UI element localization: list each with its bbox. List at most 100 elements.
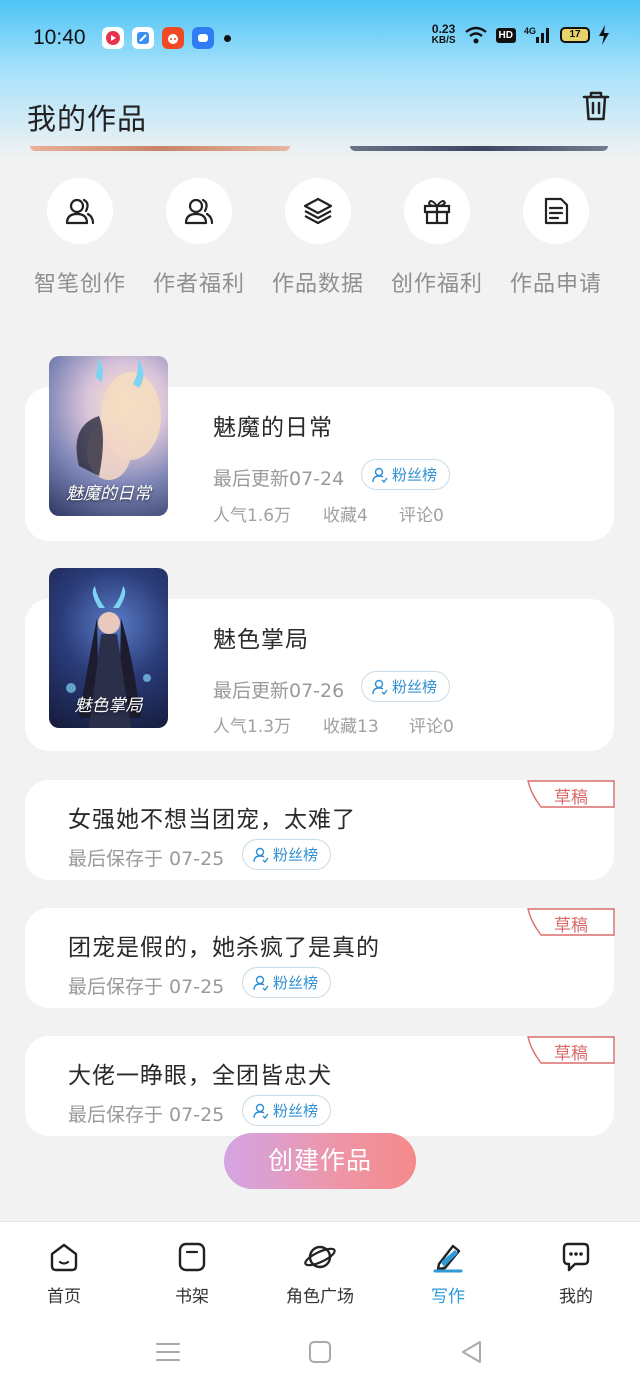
work-popularity: 人气1.6万 <box>213 506 292 526</box>
user-icon <box>253 1103 269 1119</box>
draft-title[interactable]: 团宠是假的，她杀疯了是真的 <box>68 928 380 962</box>
work-stats: 人气1.6万 收藏4 评论0 <box>213 501 444 526</box>
tab-profile[interactable]: 我的 <box>526 1240 626 1307</box>
cover-title: 魅魔的日常 <box>66 484 151 504</box>
fans-ranking-label: 粉丝榜 <box>273 1102 319 1120</box>
network-speed: 0.23 KB/S <box>431 22 456 46</box>
draft-title[interactable]: 女强她不想当团宠，太难了 <box>68 800 356 834</box>
quick-action-circle <box>285 178 351 244</box>
quick-action-label: 创作福利 <box>390 272 483 297</box>
quick-action-author-benefits[interactable]: 作者福利 <box>139 178 259 298</box>
quick-action-circle <box>404 178 470 244</box>
quick-action-circle <box>47 178 113 244</box>
cover-title: 魅色掌局 <box>74 696 143 716</box>
bookshelf-icon <box>178 1242 206 1272</box>
chat-icon <box>562 1242 590 1272</box>
user-icon <box>372 467 388 483</box>
tab-bookshelf[interactable]: 书架 <box>142 1240 242 1307</box>
svg-text:4G: 4G <box>524 26 536 36</box>
tab-label: 我的 <box>559 1287 593 1307</box>
work-cover[interactable]: 魅色掌局 <box>49 568 168 728</box>
fans-ranking-button[interactable]: 粉丝榜 <box>242 1095 332 1126</box>
system-navigation-bar <box>0 1316 640 1387</box>
work-popularity: 人气1.3万 <box>213 717 292 737</box>
document-icon <box>544 197 569 225</box>
draft-tag: 草稿 <box>554 1044 588 1064</box>
planet-icon <box>304 1245 336 1269</box>
video-app-icon <box>102 27 124 49</box>
quick-action-label: 智笔创作 <box>33 272 126 297</box>
clock: 10:40 <box>33 26 86 49</box>
quick-action-work-data[interactable]: 作品数据 <box>258 178 378 298</box>
quick-action-label: 作品申请 <box>509 272 602 297</box>
gift-icon <box>423 200 451 225</box>
fans-ranking-button[interactable]: 粉丝榜 <box>242 967 332 998</box>
battery-indicator: 17 <box>560 27 590 43</box>
fans-ranking-label: 粉丝榜 <box>273 974 319 992</box>
quick-action-label: 作品数据 <box>271 272 364 297</box>
draft-tag: 草稿 <box>554 788 588 808</box>
work-last-update: 最后更新07-24 <box>213 468 345 490</box>
pen-icon <box>433 1244 463 1273</box>
chat-app-icon <box>192 27 214 49</box>
more-notifications-dot <box>224 34 231 42</box>
status-bar: 10:40 0.23 KB/S HD 4G 17 <box>0 0 640 78</box>
user-icon <box>372 679 388 695</box>
tab-label: 首页 <box>47 1287 81 1307</box>
work-favorites: 收藏4 <box>323 506 368 526</box>
tab-label: 写作 <box>431 1287 465 1307</box>
work-comments: 评论0 <box>409 717 454 737</box>
tab-character-plaza[interactable]: 角色广场 <box>270 1240 370 1307</box>
work-title[interactable]: 魅魔的日常 <box>213 408 333 442</box>
signal-icon: 4G <box>524 26 549 43</box>
wifi-icon <box>464 26 487 44</box>
banner-edge-right <box>350 146 608 151</box>
fans-ranking-button[interactable]: 粉丝榜 <box>361 671 451 702</box>
blue-app-icon <box>132 27 154 49</box>
draft-saved-time: 最后保存于 07-25 <box>68 976 225 998</box>
work-cover[interactable]: 魅魔的日常 <box>49 356 168 516</box>
users-icon <box>65 198 95 225</box>
work-stats: 人气1.3万 收藏13 评论0 <box>213 712 454 737</box>
quick-action-circle <box>523 178 589 244</box>
draft-saved-time: 最后保存于 07-25 <box>68 848 225 870</box>
tab-writing[interactable]: 写作 <box>398 1240 498 1307</box>
hd-badge: HD <box>495 27 516 43</box>
charging-icon <box>599 25 609 45</box>
quick-action-label: 作者福利 <box>152 272 245 297</box>
taobao-app-icon <box>162 27 184 49</box>
create-work-button[interactable]: 创建作品 <box>224 1133 416 1189</box>
bottom-tab-bar: 首页 书架 角色广场 写作 我的 <box>0 1221 640 1316</box>
tab-label: 书架 <box>175 1287 209 1307</box>
quick-action-creation-benefits[interactable]: 创作福利 <box>377 178 497 298</box>
fans-ranking-button[interactable]: 粉丝榜 <box>361 459 451 490</box>
tab-label: 角色广场 <box>286 1287 354 1307</box>
work-title[interactable]: 魅色掌局 <box>213 620 309 654</box>
fans-ranking-button[interactable]: 粉丝榜 <box>242 839 332 870</box>
fans-ranking-label: 粉丝榜 <box>273 846 319 864</box>
fans-ranking-label: 粉丝榜 <box>392 678 438 696</box>
users-icon <box>184 198 214 225</box>
user-icon <box>253 847 269 863</box>
work-favorites: 收藏13 <box>323 717 379 737</box>
home-button-icon[interactable] <box>306 1338 334 1366</box>
trash-icon[interactable] <box>578 88 614 124</box>
status-indicators: 0.23 KB/S HD 4G 17 <box>431 22 610 46</box>
draft-tag: 草稿 <box>554 916 588 936</box>
quick-action-work-application[interactable]: 作品申请 <box>496 178 616 298</box>
notification-icons <box>102 27 231 49</box>
tab-home[interactable]: 首页 <box>14 1240 114 1307</box>
menu-icon[interactable] <box>154 1338 182 1366</box>
home-icon <box>50 1243 78 1272</box>
back-icon[interactable] <box>458 1338 486 1366</box>
fans-ranking-label: 粉丝榜 <box>392 466 438 484</box>
work-last-update: 最后更新07-26 <box>213 680 345 702</box>
quick-action-circle <box>166 178 232 244</box>
work-comments: 评论0 <box>399 506 444 526</box>
page-title: 我的作品 <box>27 102 148 136</box>
layers-icon <box>303 197 333 225</box>
banner-edge-left <box>30 146 290 151</box>
draft-title[interactable]: 大佬一睁眼，全团皆忠犬 <box>68 1056 332 1090</box>
quick-action-smart-writing[interactable]: 智笔创作 <box>20 178 140 298</box>
user-icon <box>253 975 269 991</box>
